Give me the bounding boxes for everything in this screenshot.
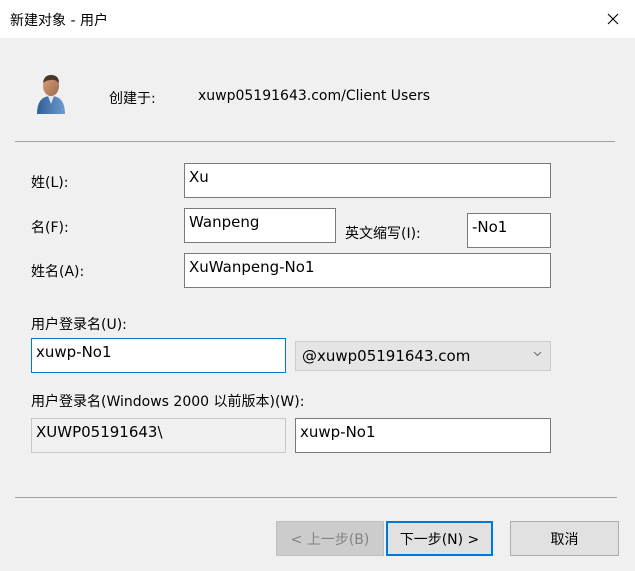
full-name-input[interactable]: XuWanpeng-No1 [184, 253, 551, 288]
close-button[interactable] [591, 0, 635, 38]
window-title: 新建对象 - 用户 [10, 13, 108, 29]
logon-name-input[interactable]: xuwp-No1 [31, 338, 286, 373]
back-button[interactable]: < 上一步(B) [276, 521, 384, 556]
title-bar: 新建对象 - 用户 [0, 0, 635, 38]
pre2000-label: 用户登录名(Windows 2000 以前版本)(W): [31, 394, 305, 410]
user-icon [34, 72, 68, 114]
pre2000-domain-field: XUWP05191643\ [31, 418, 286, 453]
header-divider [15, 141, 615, 142]
new-user-dialog: 新建对象 - 用户 创建于: xuwp05191643.com/Client U… [0, 0, 635, 571]
pre2000-logon-input[interactable]: xuwp-No1 [295, 418, 551, 453]
next-button[interactable]: 下一步(N) > [386, 521, 493, 556]
logon-name-label: 用户登录名(U): [31, 317, 127, 333]
upn-suffix-value: @xuwp05191643.com [302, 347, 471, 365]
cancel-button[interactable]: 取消 [510, 521, 619, 556]
chevron-down-icon [533, 351, 542, 357]
last-name-label: 姓(L): [31, 175, 69, 191]
upn-suffix-select[interactable]: @xuwp05191643.com [295, 341, 551, 371]
first-name-label: 名(F): [31, 220, 69, 236]
full-name-label: 姓名(A): [31, 264, 85, 280]
close-icon [607, 13, 619, 25]
created-in-label: 创建于: [109, 91, 156, 107]
first-name-input[interactable]: Wanpeng [184, 208, 336, 243]
footer-divider [15, 497, 617, 498]
last-name-input[interactable]: Xu [184, 163, 551, 198]
initials-input[interactable]: -No1 [467, 213, 551, 248]
initials-label: 英文缩写(I): [345, 226, 421, 242]
created-in-path: xuwp05191643.com/Client Users [198, 88, 431, 104]
